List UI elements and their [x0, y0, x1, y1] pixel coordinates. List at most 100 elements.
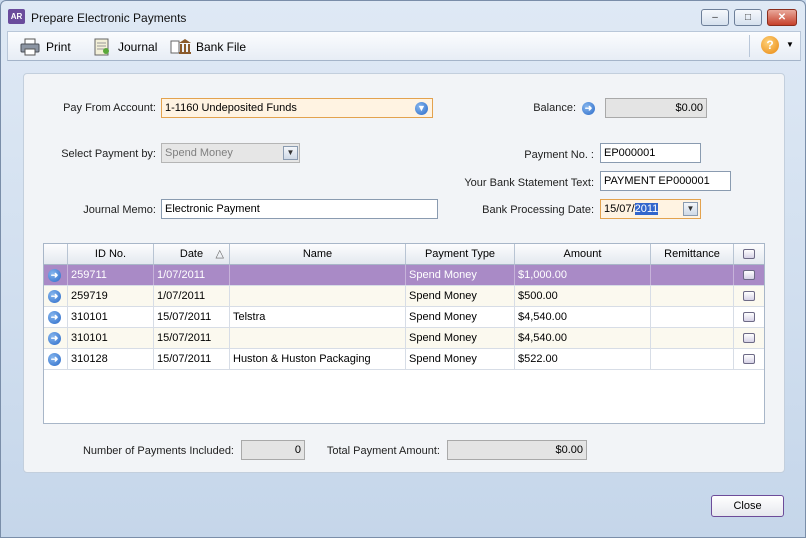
zoom-arrow-icon[interactable]: ➜ [48, 269, 61, 282]
zoom-arrow-icon[interactable]: ➜ [48, 290, 61, 303]
column-header-id[interactable]: ID No. [68, 244, 154, 265]
cell-date: 15/07/2011 [154, 328, 230, 348]
journal-memo-input[interactable]: Electronic Payment [161, 199, 438, 219]
row-checkbox[interactable] [743, 270, 755, 280]
processing-date-label: Bank Processing Date: [482, 204, 594, 216]
row-checkbox[interactable] [743, 312, 755, 322]
row-select-cell [734, 307, 764, 327]
column-header-label: Name [302, 248, 333, 260]
row-checkbox[interactable] [743, 291, 755, 301]
cell-remittance [651, 328, 734, 348]
table-row[interactable]: ➜ 310128 15/07/2011 Huston & Huston Packagi… [44, 349, 764, 370]
cell-name: Huston & Huston Packaging [230, 349, 406, 369]
pay-from-value: 1-1160 Undeposited Funds [165, 102, 297, 114]
column-header-select-all[interactable] [734, 244, 764, 265]
select-all-checkbox[interactable] [743, 249, 755, 259]
account-dropdown-icon[interactable]: ▼ [415, 102, 428, 115]
column-header-name[interactable]: Name [230, 244, 406, 265]
select-payment-by-select[interactable]: Spend Money [161, 143, 300, 163]
row-select-cell [734, 328, 764, 348]
column-header-label: Payment Type [424, 248, 496, 260]
cell-id: 259711 [68, 265, 154, 285]
zoom-arrow-icon[interactable]: ➜ [48, 332, 61, 345]
cell-name: Telstra [230, 307, 406, 327]
cell-type: Spend Money [406, 307, 515, 327]
row-select-cell [734, 349, 764, 369]
calendar-dropdown-icon[interactable]: ▼ [683, 202, 698, 216]
column-header-label: Date [179, 248, 204, 260]
balance-arrow-icon[interactable]: ➜ [582, 102, 595, 115]
bank-statement-value: PAYMENT EP000001 [604, 175, 710, 187]
select-by-label: Select Payment by: [61, 148, 156, 160]
cell-date: 1/07/2011 [154, 286, 230, 306]
column-header-date[interactable]: Date △ [154, 244, 230, 265]
balance-value: $0.00 [675, 102, 703, 114]
row-arrow-cell: ➜ [44, 265, 68, 285]
balance-field: $0.00 [605, 98, 707, 118]
table-row[interactable]: ➜ 310101 15/07/2011 Spend Money $4,540.00 [44, 328, 764, 349]
total-field: $0.00 [447, 440, 587, 460]
close-button[interactable]: Close [711, 495, 784, 517]
cell-type: Spend Money [406, 328, 515, 348]
close-window-button[interactable]: ✕ [767, 9, 797, 26]
row-arrow-cell: ➜ [44, 307, 68, 327]
row-arrow-cell: ➜ [44, 328, 68, 348]
printer-icon [20, 38, 40, 56]
cell-name [230, 328, 406, 348]
total-label: Total Payment Amount: [326, 445, 440, 457]
minimize-button[interactable]: – [701, 9, 729, 26]
column-header-arrow [44, 244, 68, 265]
row-checkbox[interactable] [743, 354, 755, 364]
column-header-payment-type[interactable]: Payment Type [406, 244, 515, 265]
cell-name [230, 286, 406, 306]
table-row[interactable]: ➜ 259711 1/07/2011 Spend Money $1,000.00 [44, 265, 764, 286]
cell-name [230, 265, 406, 285]
cell-amount: $522.00 [515, 349, 651, 369]
print-button[interactable]: Print [20, 37, 71, 57]
table-row[interactable]: ➜ 310101 15/07/2011 Telstra Spend Money $4,54… [44, 307, 764, 328]
row-checkbox[interactable] [743, 333, 755, 343]
row-select-cell [734, 265, 764, 285]
column-header-label: Amount [563, 248, 602, 260]
zoom-arrow-icon[interactable]: ➜ [48, 311, 61, 324]
toolbar-separator [749, 35, 750, 57]
row-select-cell [734, 286, 764, 306]
pay-from-label: Pay From Account: [63, 102, 156, 114]
cell-type: Spend Money [406, 349, 515, 369]
bank-icon [170, 38, 191, 56]
maximize-button[interactable]: □ [734, 9, 762, 26]
app-icon: AR [8, 9, 25, 24]
help-icon[interactable]: ? [761, 36, 779, 54]
bank-file-button[interactable]: Bank File [170, 37, 246, 57]
count-label: Number of Payments Included: [82, 445, 234, 457]
cell-remittance [651, 265, 734, 285]
zoom-arrow-icon[interactable]: ➜ [48, 353, 61, 366]
column-header-remittance[interactable]: Remittance [651, 244, 734, 265]
cell-id: 310101 [68, 328, 154, 348]
select-by-value: Spend Money [165, 147, 233, 159]
journal-button[interactable]: Journal [92, 37, 157, 57]
cell-amount: $4,540.00 [515, 307, 651, 327]
bank-statement-input[interactable]: PAYMENT EP000001 [600, 171, 731, 191]
payment-no-input[interactable]: EP000001 [600, 143, 701, 163]
cell-id: 310101 [68, 307, 154, 327]
pay-from-account-select[interactable]: 1-1160 Undeposited Funds [161, 98, 433, 118]
cell-id: 310128 [68, 349, 154, 369]
select-by-dropdown-icon[interactable]: ▼ [283, 146, 298, 160]
row-arrow-cell: ➜ [44, 349, 68, 369]
bank-statement-label: Your Bank Statement Text: [464, 177, 594, 189]
payments-table: ID No. Date △ Name Payment Type Amount R… [43, 243, 765, 424]
window: AR Prepare Electronic Payments – □ ✕ Pri… [0, 0, 806, 538]
journal-icon [92, 38, 112, 56]
cell-amount: $500.00 [515, 286, 651, 306]
help-dropdown-icon[interactable]: ▼ [786, 40, 794, 49]
table-row[interactable]: ➜ 259719 1/07/2011 Spend Money $500.00 [44, 286, 764, 307]
cell-id: 259719 [68, 286, 154, 306]
column-header-amount[interactable]: Amount [515, 244, 651, 265]
memo-value: Electronic Payment [165, 203, 260, 215]
processing-date-selected: 2011 [634, 203, 659, 215]
toolbar: Print Journal Bank File [7, 31, 801, 61]
bank-file-label: Bank File [196, 40, 247, 54]
sort-ascending-icon: △ [215, 248, 224, 260]
cell-amount: $4,540.00 [515, 328, 651, 348]
